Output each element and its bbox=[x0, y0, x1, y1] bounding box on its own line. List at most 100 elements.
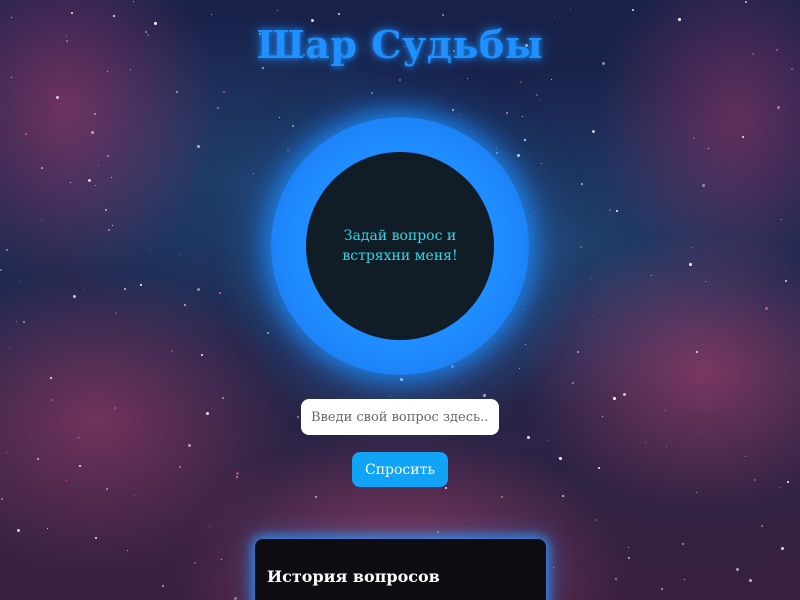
star bbox=[113, 15, 115, 17]
star bbox=[527, 436, 530, 439]
star bbox=[221, 559, 222, 560]
star bbox=[66, 480, 67, 481]
star bbox=[536, 94, 538, 96]
star bbox=[540, 100, 541, 101]
star bbox=[222, 397, 224, 399]
star bbox=[206, 412, 209, 415]
star bbox=[598, 467, 600, 469]
star bbox=[777, 106, 780, 109]
star bbox=[107, 155, 109, 157]
star bbox=[11, 17, 12, 18]
star bbox=[682, 543, 684, 545]
star bbox=[6, 452, 7, 453]
magic-ball-window: Задай вопрос и встряхни меня! bbox=[306, 152, 494, 340]
star bbox=[602, 416, 603, 417]
star bbox=[19, 281, 20, 282]
star bbox=[297, 416, 299, 418]
star bbox=[180, 254, 181, 255]
star bbox=[554, 16, 555, 17]
star bbox=[287, 149, 289, 151]
history-title: История вопросов bbox=[267, 567, 440, 586]
star bbox=[460, 114, 461, 115]
star bbox=[279, 117, 280, 118]
star bbox=[134, 495, 135, 496]
star bbox=[781, 547, 784, 550]
ask-button[interactable]: Спросить bbox=[352, 452, 448, 487]
star bbox=[577, 351, 579, 353]
star bbox=[559, 457, 562, 460]
star bbox=[678, 18, 681, 21]
star bbox=[590, 278, 591, 279]
star bbox=[558, 457, 559, 458]
star bbox=[23, 321, 25, 323]
star bbox=[523, 309, 524, 310]
star bbox=[696, 351, 698, 353]
star bbox=[106, 488, 108, 490]
star bbox=[697, 433, 698, 434]
star bbox=[615, 578, 617, 580]
star bbox=[197, 145, 200, 148]
star bbox=[749, 579, 752, 582]
star bbox=[595, 519, 597, 521]
star bbox=[645, 442, 646, 443]
star bbox=[124, 288, 126, 290]
question-input[interactable] bbox=[301, 399, 499, 435]
star bbox=[692, 247, 693, 248]
star bbox=[171, 350, 173, 352]
star bbox=[94, 113, 96, 115]
star bbox=[506, 112, 508, 114]
star bbox=[16, 321, 17, 322]
star bbox=[176, 91, 178, 93]
star bbox=[209, 526, 210, 527]
star bbox=[462, 383, 463, 384]
star bbox=[47, 528, 48, 529]
star bbox=[98, 165, 99, 166]
star bbox=[188, 444, 191, 447]
star bbox=[684, 579, 685, 580]
star bbox=[592, 130, 595, 133]
star bbox=[745, 456, 746, 457]
star bbox=[551, 79, 552, 80]
star bbox=[71, 12, 73, 14]
star bbox=[236, 476, 238, 478]
star bbox=[262, 67, 264, 69]
star bbox=[742, 136, 744, 138]
star bbox=[108, 229, 110, 231]
star bbox=[277, 10, 278, 11]
star bbox=[628, 547, 629, 548]
star bbox=[613, 397, 616, 400]
star bbox=[519, 368, 520, 369]
star bbox=[632, 9, 634, 11]
star bbox=[581, 183, 583, 185]
star bbox=[765, 307, 768, 310]
star bbox=[761, 525, 763, 527]
star bbox=[17, 529, 20, 532]
star bbox=[184, 304, 186, 306]
star bbox=[451, 365, 454, 368]
star bbox=[593, 315, 594, 316]
star bbox=[338, 13, 340, 15]
star bbox=[452, 109, 454, 111]
star bbox=[580, 246, 582, 248]
star bbox=[253, 173, 254, 174]
star bbox=[130, 69, 131, 70]
star bbox=[693, 137, 695, 139]
star bbox=[223, 91, 225, 93]
star bbox=[95, 537, 97, 539]
star bbox=[572, 382, 574, 384]
star bbox=[754, 479, 756, 481]
star bbox=[140, 284, 142, 286]
star bbox=[520, 81, 522, 83]
star bbox=[517, 154, 520, 157]
star bbox=[665, 410, 666, 411]
star bbox=[70, 182, 71, 183]
star bbox=[107, 71, 108, 72]
star bbox=[150, 250, 151, 251]
star bbox=[467, 78, 468, 79]
star bbox=[696, 492, 697, 493]
star bbox=[781, 219, 782, 220]
star bbox=[702, 184, 705, 187]
star bbox=[37, 458, 39, 460]
star bbox=[791, 68, 793, 70]
page-title: Шар Судьбы bbox=[256, 22, 544, 67]
